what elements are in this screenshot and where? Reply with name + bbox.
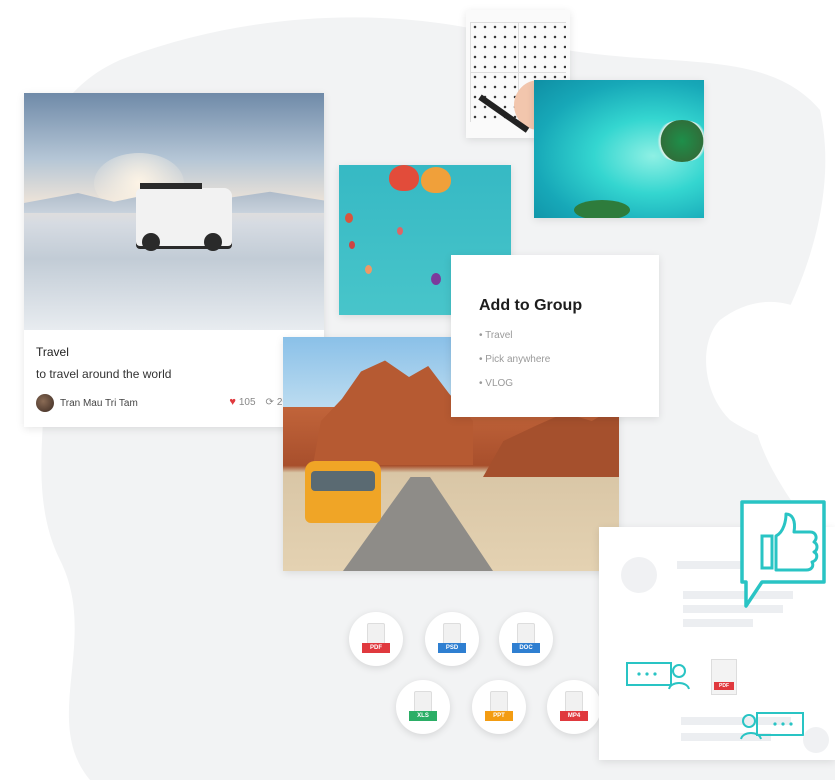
ppt-file-icon[interactable]: PPT: [472, 680, 526, 734]
chat-user-icon: [626, 662, 690, 690]
group-item-pick-anywhere[interactable]: • Pick anywhere: [479, 351, 550, 375]
chat-user-icon: [740, 712, 804, 740]
xls-tag: XLS: [409, 711, 437, 721]
pdf-file-icon[interactable]: PDF: [349, 612, 403, 666]
psd-file-icon[interactable]: PSD: [425, 612, 479, 666]
pdf-tag: PDF: [362, 643, 390, 653]
island-shape-2: [574, 200, 630, 218]
pdf-sticker: PDF: [711, 659, 737, 695]
balloon: [397, 227, 403, 235]
group-list: • Travel • Pick anywhere • VLOG: [479, 327, 550, 399]
small-avatar-icon: [803, 727, 829, 753]
balloon: [349, 241, 355, 249]
placeholder-line: [683, 619, 753, 627]
aerial-beach-photo[interactable]: [534, 80, 704, 218]
mp4-tag: MP4: [560, 711, 588, 721]
psd-tag: PSD: [438, 643, 466, 653]
island-shape: [654, 120, 704, 162]
refresh-icon[interactable]: ⟳: [266, 397, 274, 408]
post-author[interactable]: Tran Mau Tri Tam: [36, 394, 138, 412]
post-subtitle: to travel around the world: [36, 367, 172, 381]
mp4-file-icon[interactable]: MP4: [547, 680, 601, 734]
group-item-vlog[interactable]: • VLOG: [479, 375, 550, 399]
group-card-title: Add to Group: [479, 297, 583, 314]
rock-formation: [313, 360, 473, 465]
snow-jeep-photo[interactable]: [24, 93, 324, 330]
van-window: [311, 471, 375, 491]
jeep-roof: [140, 183, 202, 189]
avatar[interactable]: [36, 394, 54, 412]
doc-file-icon[interactable]: DOC: [499, 612, 553, 666]
wheel: [204, 233, 222, 251]
travel-post-card[interactable]: Travel to travel around the world Tran M…: [24, 93, 324, 427]
ppt-tag: PPT: [485, 711, 513, 721]
balloon: [421, 167, 451, 193]
xls-file-icon[interactable]: XLS: [396, 680, 450, 734]
group-item-travel[interactable]: • Travel: [479, 327, 550, 351]
user-avatar-icon: [621, 557, 657, 593]
wheel: [142, 233, 160, 251]
post-title: Travel: [36, 345, 69, 359]
add-to-group-card: Add to Group • Travel • Pick anywhere • …: [451, 255, 659, 417]
heart-icon[interactable]: ♥: [229, 396, 236, 408]
balloon: [365, 265, 372, 274]
like-count[interactable]: ♥ 105: [229, 396, 255, 408]
pdf-sticker-label: PDF: [714, 682, 734, 690]
author-name[interactable]: Tran Mau Tri Tam: [60, 398, 138, 409]
balloon: [431, 273, 441, 285]
doc-tag: DOC: [512, 643, 540, 653]
balloon: [345, 213, 353, 223]
thumbs-up-chat-icon: [740, 500, 826, 608]
balloon: [389, 165, 419, 191]
